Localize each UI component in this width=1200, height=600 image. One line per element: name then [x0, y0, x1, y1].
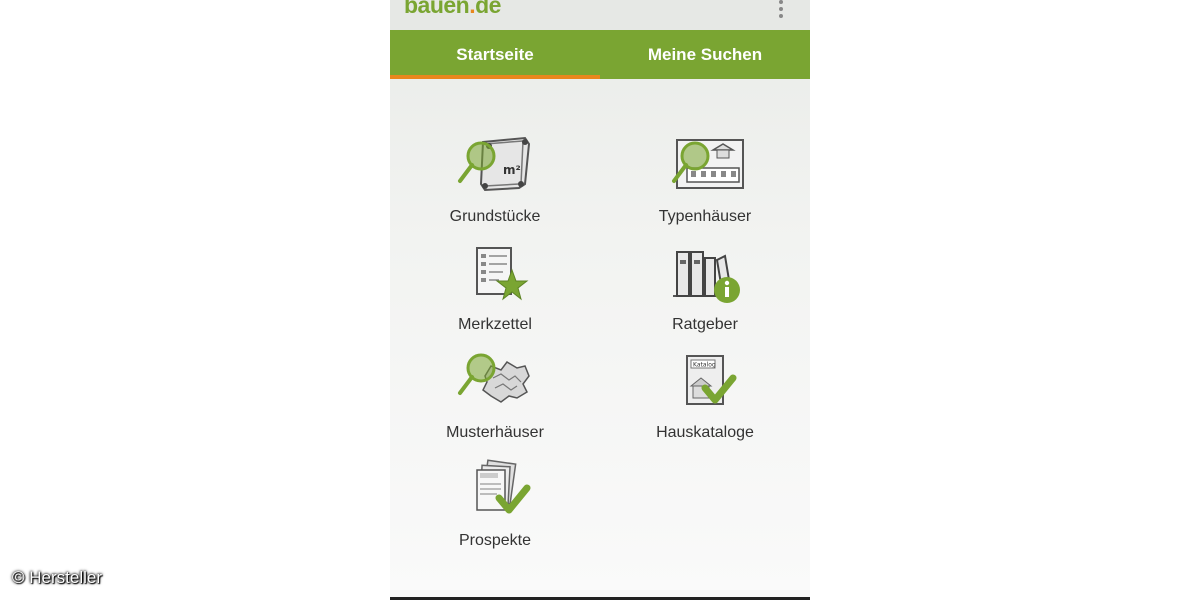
notepad-star-icon: [476, 247, 529, 301]
menu-item-grundstuecke[interactable]: m² Grundstücke: [395, 134, 595, 226]
svg-text:Katalog: Katalog: [693, 362, 716, 369]
house-search-icon: [672, 139, 744, 189]
menu-item-ratgeber[interactable]: Ratgeber: [605, 242, 805, 334]
menu-item-musterhaeuser[interactable]: Musterhäuser: [395, 350, 595, 442]
menu-item-hauskataloge[interactable]: Katalog Hauskataloge: [605, 350, 805, 442]
menu-item-label: Musterhäuser: [446, 424, 544, 441]
tab-label: Meine Suchen: [647, 44, 763, 64]
image-credit: © Hersteller: [12, 568, 102, 587]
logo-text: bauen: [404, 0, 470, 18]
menu-item-label: Merkzettel: [458, 316, 532, 333]
tab-startseite[interactable]: Startseite: [390, 30, 600, 79]
overflow-menu-icon[interactable]: [778, 0, 784, 18]
menu-item-label: Ratgeber: [672, 316, 738, 333]
plot-search-icon: m²: [458, 136, 531, 192]
menu-item-label: Hauskataloge: [656, 424, 754, 441]
books-info-icon: [673, 251, 740, 303]
menu-item-label: Grundstücke: [449, 208, 541, 225]
menu-item-label: Typenhäuser: [658, 208, 752, 225]
model-house-search-icon: [458, 353, 530, 403]
app-bar: bauen.de: [390, 0, 810, 30]
menu-item-typenhaeuser[interactable]: Typenhäuser: [605, 134, 805, 226]
brochure-check-icon: [476, 459, 531, 514]
menu-item-label: Prospekte: [458, 532, 532, 549]
tab-label: Startseite: [456, 44, 534, 64]
phone-screen: bauen.de Startseite Meine Suchen m² Grun…: [390, 0, 810, 600]
app-logo: bauen.de: [404, 0, 501, 19]
menu-item-prospekte[interactable]: Prospekte: [395, 458, 595, 550]
tab-bar: Startseite Meine Suchen: [390, 30, 810, 79]
tab-meine-suchen[interactable]: Meine Suchen: [600, 30, 810, 79]
catalog-check-icon: Katalog: [686, 355, 737, 405]
logo-tld: de: [475, 0, 501, 18]
menu-item-merkzettel[interactable]: Merkzettel: [395, 242, 595, 334]
svg-text:m²: m²: [503, 163, 521, 177]
